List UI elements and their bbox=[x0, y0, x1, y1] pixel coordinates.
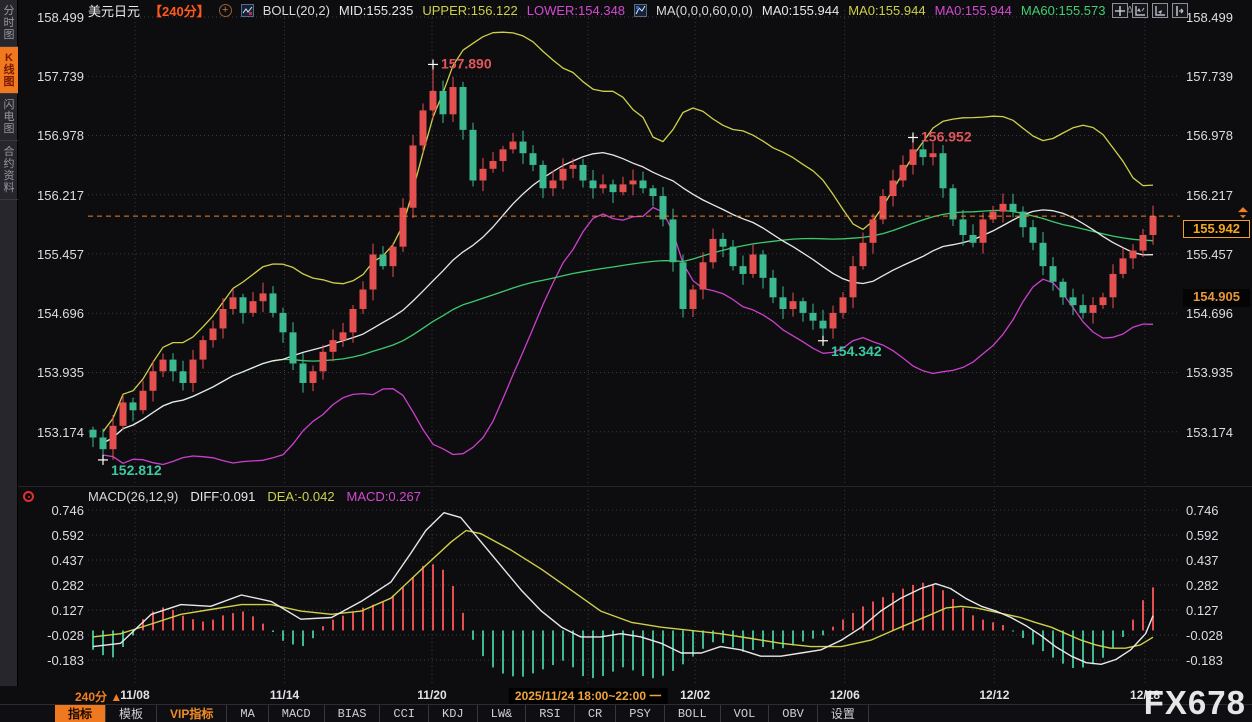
time-axis: 240分 ▲ 11/08 11/14 11/20 2025/11/24 18:00~2… bbox=[0, 686, 1252, 704]
zoom-out-chart-icon[interactable] bbox=[1152, 3, 1168, 18]
macd-header: MACD(26,12,9) DIFF:0.091 DEA:-0.042 MACD… bbox=[88, 489, 421, 504]
indicator-toolbar: 指标模板VIP指标MAMACDBIASCCIKDJLW&RSICRPSYBOLL… bbox=[0, 704, 1252, 722]
bar-time-readout: 2025/11/24 18:00~22:00 一 bbox=[509, 688, 667, 704]
ma-value-2: MA0:155.944 bbox=[935, 3, 1012, 18]
macd-macd: MACD:0.267 bbox=[347, 489, 421, 504]
axis-label: 0.437 bbox=[1186, 553, 1250, 568]
axis-label: 155.457 bbox=[1186, 247, 1250, 262]
axis-label: 153.935 bbox=[1186, 365, 1250, 380]
toolbar-item-MA[interactable]: MA bbox=[227, 705, 268, 722]
toolbar-item-RSI[interactable]: RSI bbox=[526, 705, 575, 722]
period-tag[interactable]: 【240分】 bbox=[149, 1, 210, 20]
axis-label: -0.028 bbox=[18, 628, 84, 643]
current-price-label: 155.942 bbox=[1183, 220, 1250, 238]
toolbar-item-LW&[interactable]: LW& bbox=[478, 705, 527, 722]
crosshair-move-icon[interactable] bbox=[1112, 3, 1128, 18]
ma-value-0: MA0:155.944 bbox=[762, 3, 839, 18]
chart-canvas[interactable]: 152.812 157.890 154.342 156.952 bbox=[0, 0, 1252, 722]
axis-label: 156.217 bbox=[1186, 188, 1250, 203]
sidebar-item-0[interactable]: 分 时 图 bbox=[0, 0, 18, 47]
period-selector[interactable]: 240分 ▲ bbox=[75, 688, 122, 705]
axis-label: 158.499 bbox=[1186, 10, 1250, 25]
svg-text:152.812: 152.812 bbox=[111, 462, 162, 478]
boll-upper: UPPER:156.122 bbox=[422, 3, 517, 18]
reference-price-label: 154.905 bbox=[1183, 289, 1250, 307]
axis-label: 0.282 bbox=[18, 578, 84, 593]
axis-label: 157.739 bbox=[18, 69, 84, 84]
axis-label: 156.217 bbox=[18, 188, 84, 203]
toolbar-item-KDJ[interactable]: KDJ bbox=[429, 705, 478, 722]
svg-text:156.952: 156.952 bbox=[921, 128, 972, 144]
date-tick: 11/14 bbox=[270, 688, 299, 702]
ma-values: MA0:155.944 MA0:155.944 MA0:155.944 MA60:15… bbox=[762, 3, 1145, 18]
axis-label: 156.978 bbox=[18, 128, 84, 143]
macd-panel-icon[interactable] bbox=[23, 491, 34, 502]
fx678-watermark: FX678 bbox=[1144, 684, 1246, 722]
toolbar-item-模板[interactable]: 模板 bbox=[106, 705, 157, 722]
date-tick: 12/02 bbox=[680, 688, 710, 702]
axis-label: -0.183 bbox=[1186, 653, 1250, 668]
toolbar-item-CCI[interactable]: CCI bbox=[380, 705, 429, 722]
axis-label: 0.437 bbox=[18, 553, 84, 568]
toolbar-item-BIAS[interactable]: BIAS bbox=[325, 705, 381, 722]
sidebar-item-1[interactable]: K 线 图 bbox=[0, 47, 18, 94]
indicator-header: 美元日元 【240分】 + BOLL(20,2) MID:155.235 UPP… bbox=[88, 2, 1145, 19]
boll-mid: MID:155.235 bbox=[339, 3, 413, 18]
chart-tool-buttons bbox=[1112, 3, 1188, 18]
axis-label: 0.746 bbox=[1186, 503, 1250, 518]
axis-label: 154.696 bbox=[1186, 306, 1250, 321]
compare-plus-icon[interactable]: + bbox=[219, 4, 232, 17]
ma-indicator-icon[interactable] bbox=[634, 4, 647, 17]
ma-label: MA(0,0,0,60,0,0) bbox=[656, 3, 753, 18]
axis-label: 0.746 bbox=[18, 503, 84, 518]
date-tick: 12/12 bbox=[979, 688, 1009, 702]
sidebar-item-2[interactable]: 闪 电 图 bbox=[0, 94, 18, 141]
axis-label: 153.174 bbox=[18, 425, 84, 440]
axis-label: -0.028 bbox=[1186, 628, 1250, 643]
axis-label: 154.696 bbox=[18, 306, 84, 321]
zoom-in-chart-icon[interactable] bbox=[1132, 3, 1148, 18]
macd-title: MACD(26,12,9) bbox=[88, 489, 178, 504]
date-tick: 11/08 bbox=[120, 688, 149, 702]
axis-label: 0.127 bbox=[1186, 603, 1250, 618]
axis-label: 156.978 bbox=[1186, 128, 1250, 143]
toolbar-item-设置[interactable]: 设置 bbox=[818, 705, 869, 722]
axis-label: -0.183 bbox=[18, 653, 84, 668]
axis-label: 0.127 bbox=[18, 603, 84, 618]
date-tick: 12/06 bbox=[830, 688, 860, 702]
ma-value-3: MA60:155.573 bbox=[1021, 3, 1106, 18]
sidebar-item-3[interactable]: 合 约 资 料 bbox=[0, 141, 18, 200]
toolbar-item-VIP指标[interactable]: VIP指标 bbox=[157, 705, 227, 722]
axis-label: 153.935 bbox=[18, 365, 84, 380]
boll-indicator-icon[interactable] bbox=[241, 4, 254, 17]
axis-label: 155.457 bbox=[18, 247, 84, 262]
axis-label: 0.592 bbox=[18, 528, 84, 543]
toolbar-item-MACD[interactable]: MACD bbox=[269, 705, 325, 722]
boll-label: BOLL(20,2) bbox=[263, 3, 330, 18]
ma-value-1: MA0:155.944 bbox=[848, 3, 925, 18]
toolbar-item-VOL[interactable]: VOL bbox=[721, 705, 770, 722]
macd-dea: DEA:-0.042 bbox=[267, 489, 334, 504]
date-tick: 11/20 bbox=[417, 688, 446, 702]
macd-diff: DIFF:0.091 bbox=[190, 489, 255, 504]
toolbar-item-BOLL[interactable]: BOLL bbox=[665, 705, 721, 722]
toolbar-item-PSY[interactable]: PSY bbox=[616, 705, 665, 722]
svg-text:157.890: 157.890 bbox=[441, 55, 492, 71]
expand-panel-icon[interactable] bbox=[1172, 3, 1188, 18]
app-window: 152.812 157.890 154.342 156.952 分 时 图K 线 图闪… bbox=[0, 0, 1252, 722]
axis-label: 153.174 bbox=[1186, 425, 1250, 440]
toolbar-item-指标[interactable]: 指标 bbox=[55, 705, 106, 722]
boll-lower: LOWER:154.348 bbox=[527, 3, 625, 18]
axis-label: 157.739 bbox=[1186, 69, 1250, 84]
axis-label: 0.282 bbox=[1186, 578, 1250, 593]
axis-label: 0.592 bbox=[1186, 528, 1250, 543]
toolbar-item-OBV[interactable]: OBV bbox=[769, 705, 818, 722]
symbol-title: 美元日元 bbox=[88, 1, 140, 20]
svg-text:154.342: 154.342 bbox=[831, 343, 882, 359]
axis-label: 158.499 bbox=[18, 10, 84, 25]
toolbar-item-CR[interactable]: CR bbox=[575, 705, 616, 722]
left-sidebar: 分 时 图K 线 图闪 电 图合 约 资 料 bbox=[0, 0, 18, 686]
